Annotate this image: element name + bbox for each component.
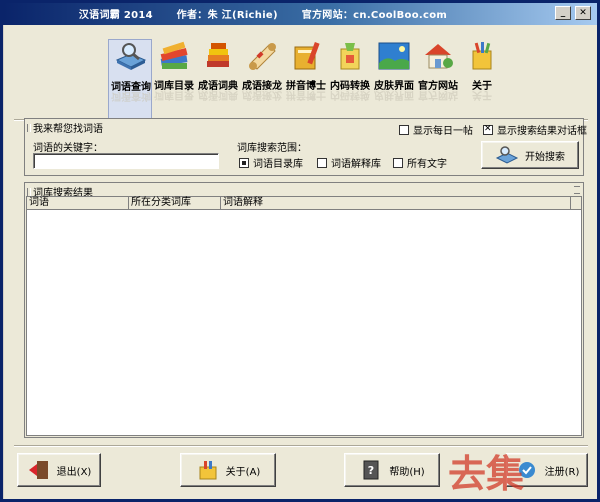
svg-text:?: ? (368, 464, 374, 477)
column-header-category[interactable]: 所在分类词库 (129, 197, 221, 210)
exit-button[interactable]: 退出(X) (17, 453, 101, 487)
start-search-button[interactable]: 开始搜索 (481, 141, 579, 169)
search-panel-caption: 我来帮您找词语 (27, 120, 103, 135)
book-stack-icon (207, 43, 229, 67)
books-icon (160, 41, 188, 69)
convert-icon (340, 43, 360, 70)
show-daily-tip-checkbox[interactable]: 显示每日一帖 (399, 122, 473, 137)
keyword-input[interactable] (33, 153, 219, 169)
scope-option-explanation[interactable]: 词语解释库 (317, 155, 381, 170)
search-book-icon (495, 146, 519, 164)
watermark-logo: 去集 (448, 452, 524, 496)
show-result-dialog-checkbox[interactable]: 显示搜索结果对话框 (483, 122, 587, 137)
info-icon (472, 42, 492, 70)
svg-text:去集: 去集 (448, 452, 524, 496)
checkbox-icon (239, 158, 249, 168)
website-text: 官方网站：cn.CoolBoo.com (301, 10, 448, 21)
results-panel: 词库搜索结果 词语 所在分类词库 词语解释 (24, 182, 584, 438)
panel-grip-icon (574, 186, 580, 194)
exit-door-icon (28, 461, 48, 479)
close-button[interactable]: ✕ (575, 6, 591, 20)
column-header-explanation[interactable]: 词语解释 (221, 197, 571, 210)
pencil-book-icon (294, 41, 320, 70)
tool-about[interactable]: 关于 关于 (460, 39, 504, 119)
checkbox-icon (317, 158, 327, 168)
column-header-word[interactable]: 词语 (27, 197, 129, 210)
search-panel: 我来帮您找词语 词语的关键字： 词库搜索范围： 词语目录库 词语解释库 所有文字… (24, 118, 587, 176)
about-button[interactable]: 关于(A) (180, 453, 276, 487)
author-text: 作者：朱 江(Richie) (176, 10, 278, 21)
help-button[interactable]: ? 帮助(H) (344, 453, 440, 487)
results-panel-caption: 词库搜索结果 (27, 184, 93, 199)
about-icon (199, 461, 217, 480)
start-search-label: 开始搜索 (525, 151, 565, 163)
keyword-label: 词语的关键字： (33, 143, 103, 154)
scroll-icon (249, 43, 276, 70)
scope-option-directory[interactable]: 词语目录库 (239, 155, 303, 170)
house-icon (425, 44, 453, 69)
landscape-icon (378, 42, 410, 70)
checkbox-icon (399, 125, 409, 135)
tool-label-reflection: 关于 (472, 89, 492, 100)
results-grid[interactable]: 词语 所在分类词库 词语解释 (26, 196, 582, 436)
app-name: 汉语词霸 2014 (78, 10, 153, 21)
results-grid-header: 词语 所在分类词库 词语解释 (27, 197, 581, 210)
scope-label: 词库搜索范围： (237, 143, 307, 154)
app-window: 汉语词霸 2014 作者：朱 江(Richie) 官方网站：cn.CoolBoo… (0, 0, 600, 502)
scope-option-all-text[interactable]: 所有文字 (393, 155, 447, 170)
checkbox-icon (483, 124, 493, 135)
checkbox-icon (393, 158, 403, 168)
title-text: 汉语词霸 2014 作者：朱 江(Richie) 官方网站：cn.CoolBoo… (3, 6, 523, 21)
title-bar[interactable]: 汉语词霸 2014 作者：朱 江(Richie) 官方网站：cn.CoolBoo… (3, 3, 597, 25)
client-area: 词语查询 词语查询 词库目录 词库目录 成语词典 成语词典 成语接龙 成语接龙 … (3, 25, 597, 499)
help-book-icon: ? (363, 460, 379, 480)
magnifier-book-icon (115, 43, 147, 70)
minimize-button[interactable]: _ (555, 6, 571, 20)
